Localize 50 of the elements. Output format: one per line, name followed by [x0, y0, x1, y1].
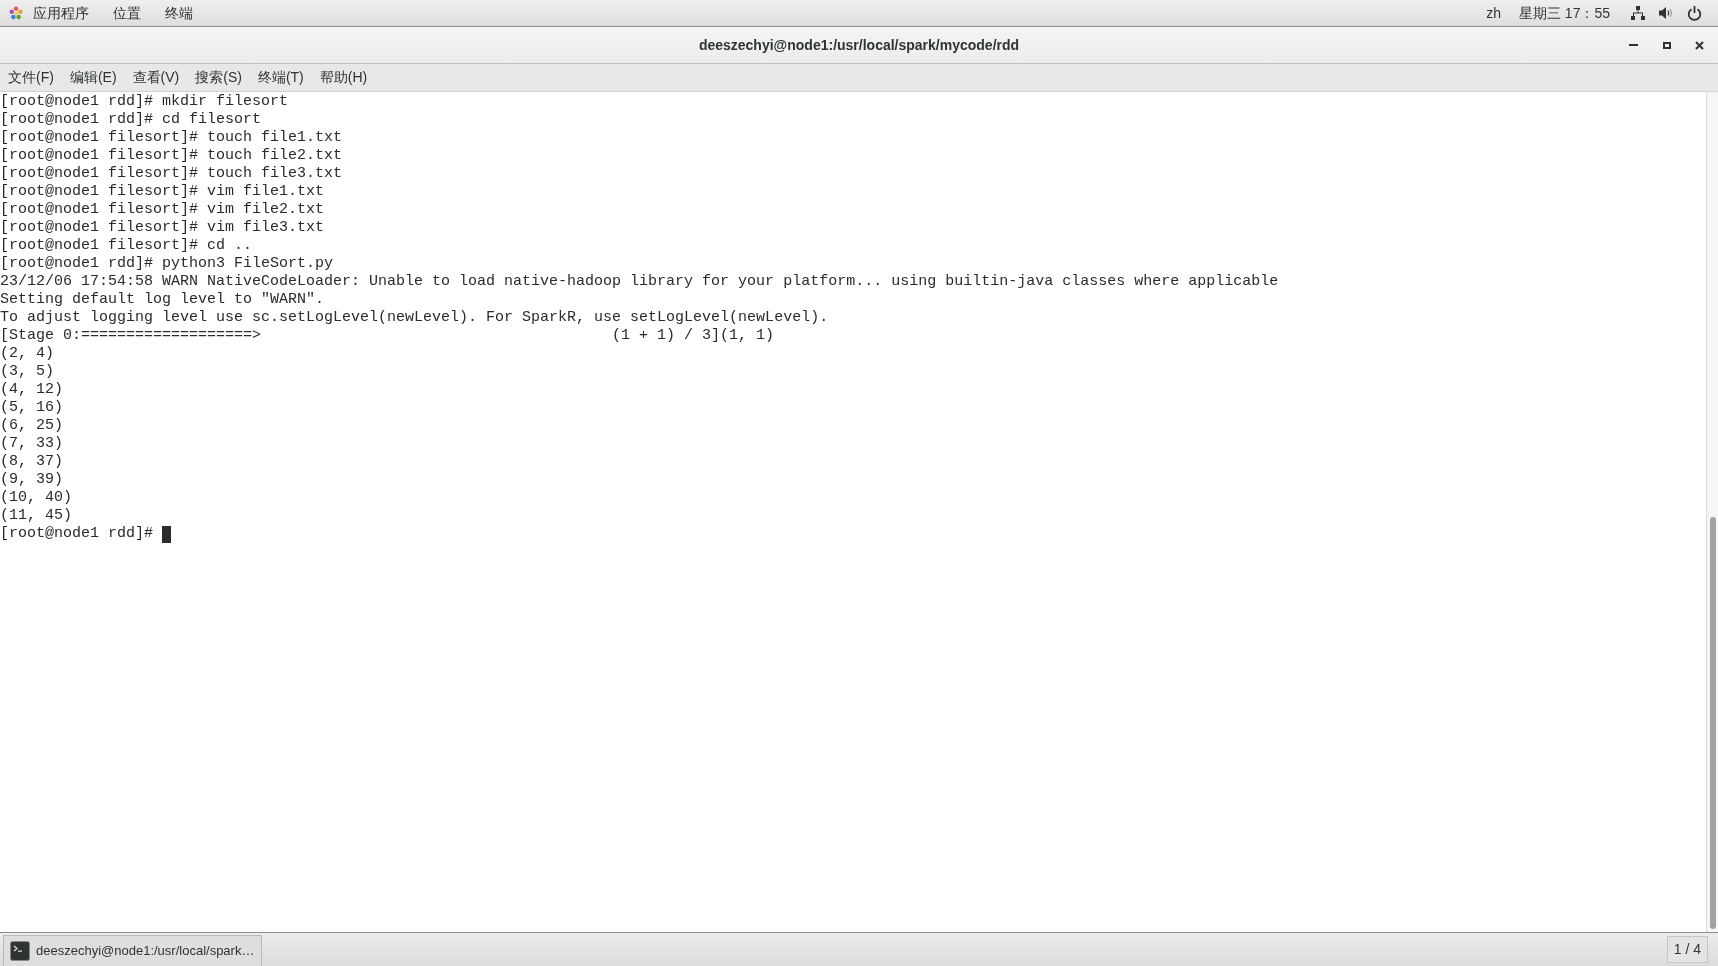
- menu-item[interactable]: 文件(F): [0, 64, 62, 91]
- terminal-line: [root@node1 filesort]# cd ..: [0, 237, 253, 255]
- terminal-line: [root@node1 filesort]# vim file1.txt: [0, 183, 325, 201]
- terminal-icon: [10, 941, 30, 961]
- window-title: deeszechyi@node1:/usr/local/spark/mycode/rdd: [698, 35, 1020, 55]
- menu-item[interactable]: 搜索(S): [187, 64, 250, 91]
- input-method-indicator[interactable]: zh: [1486, 0, 1501, 26]
- network-icon[interactable]: [1631, 6, 1645, 20]
- terminal-line: [root@node1 filesort]# touch file1.txt: [0, 129, 343, 147]
- menu-item[interactable]: 帮助(H): [311, 64, 376, 91]
- terminal-line: (2, 4): [0, 345, 54, 363]
- terminal-line: 23/12/06 17:54:58 WARN NativeCodeLoader: Unable to load native-hadoop library for your platform... using builtin-java classes where applicable: [0, 273, 1279, 291]
- menu-item[interactable]: 终端(T): [249, 64, 312, 91]
- close-icon: [1695, 40, 1704, 50]
- terminal-line: [root@node1 filesort]# touch file3.txt: [0, 165, 343, 183]
- volume-icon[interactable]: [1659, 6, 1673, 20]
- top-menu[interactable]: 应用程序: [21, 0, 101, 26]
- scrollbar-thumb[interactable]: [1710, 517, 1716, 929]
- terminal-line: (10, 40): [0, 489, 72, 507]
- terminal-line: [root@node1 rdd]#: [0, 525, 154, 543]
- terminal-line: [root@node1 filesort]# vim file2.txt: [0, 201, 325, 219]
- terminal-line: [root@node1 rdd]# cd filesort: [0, 111, 262, 129]
- menu-item[interactable]: 编辑(E): [61, 64, 125, 91]
- terminal-line: [root@node1 rdd]# python3 FileSort.py: [0, 255, 334, 273]
- terminal-line: (3, 5): [0, 363, 54, 381]
- terminal-line: [root@node1 rdd]# mkdir filesort: [0, 93, 289, 111]
- terminal-line: (6, 25): [0, 417, 63, 435]
- power-icon[interactable]: [1687, 5, 1702, 21]
- terminal-line: (4, 12): [0, 381, 63, 399]
- terminal-line: Setting default log level to "WARN".: [0, 291, 325, 309]
- terminal-line: [root@node1 filesort]# vim file3.txt: [0, 219, 325, 237]
- terminal-line: (11, 45): [0, 507, 72, 525]
- scrollbar[interactable]: [1706, 92, 1718, 932]
- flower-icon: [9, 6, 23, 20]
- top-menu[interactable]: 位置: [101, 0, 153, 26]
- workspace-indicator[interactable]: 1 / 4: [1666, 936, 1708, 963]
- terminal-line: To adjust logging level use sc.setLogLevel(newLevel). For SparkR, use setLogLevel(newLevel).: [0, 309, 829, 327]
- maximize-icon: [1662, 41, 1671, 49]
- cursor-icon: [162, 525, 172, 543]
- clock[interactable]: 星期三 17：55: [1518, 0, 1610, 26]
- terminal-line: (8, 37): [0, 453, 63, 471]
- minimize-icon: [1629, 44, 1638, 46]
- terminal-line: [Stage 0:===================> (1 + 1) / 3](1, 1): [0, 327, 775, 345]
- terminal-line: [root@node1 filesort]# touch file2.txt: [0, 147, 343, 165]
- terminal-line: (9, 39): [0, 471, 63, 489]
- menu-item[interactable]: 查看(V): [124, 64, 188, 91]
- terminal-line: (5, 16): [0, 399, 63, 417]
- top-menu[interactable]: 终端: [153, 0, 205, 26]
- terminal-line: (7, 33): [0, 435, 63, 453]
- taskbar-button[interactable]: deeszechyi@node1:/usr/local/spark…: [3, 935, 262, 966]
